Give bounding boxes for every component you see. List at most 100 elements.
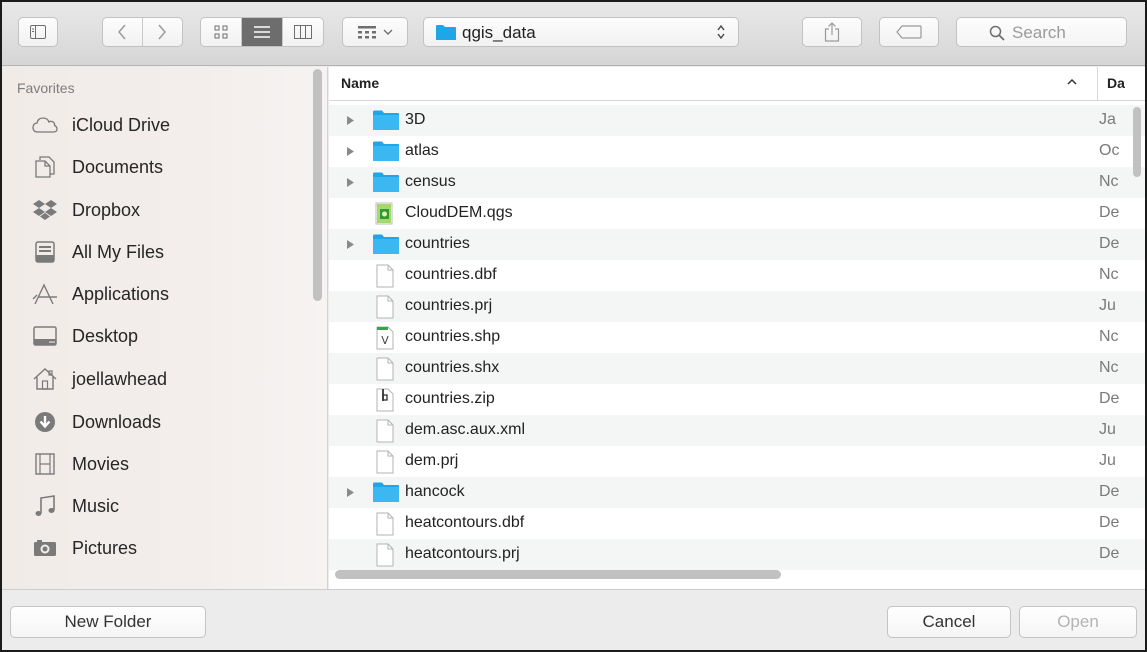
sidebar-item-desktop[interactable]: Desktop bbox=[2, 319, 302, 353]
table-row[interactable]: heatcontours.dbf De bbox=[329, 508, 1145, 539]
sidebar-item-music[interactable]: Music bbox=[2, 489, 302, 523]
file-name: heatcontours.dbf bbox=[405, 514, 525, 531]
file-name: countries bbox=[405, 235, 470, 252]
file-name: census bbox=[405, 173, 456, 190]
forward-button[interactable] bbox=[143, 18, 183, 46]
arrange-icon bbox=[358, 26, 376, 39]
sidebar-icon bbox=[30, 25, 46, 39]
table-row[interactable]: atlas Oc bbox=[329, 136, 1145, 167]
disclosure-triangle-icon[interactable] bbox=[346, 177, 355, 188]
back-button[interactable] bbox=[103, 18, 143, 46]
path-popup[interactable]: qgis_data bbox=[423, 17, 739, 47]
sidebar-toggle-button[interactable] bbox=[18, 17, 58, 47]
file-list: Name Da 3D Ja atlas Oc census Nc CloudDE… bbox=[329, 67, 1145, 589]
downloads-icon bbox=[30, 411, 60, 433]
sidebar-scrollbar[interactable] bbox=[313, 69, 322, 301]
table-row[interactable]: countries.zip De bbox=[329, 384, 1145, 415]
file-name: countries.shp bbox=[405, 328, 501, 345]
home-icon bbox=[30, 368, 60, 390]
file-date: Nc bbox=[1099, 266, 1119, 283]
sidebar-item-label: Dropbox bbox=[72, 199, 141, 220]
horizontal-scrollbar[interactable] bbox=[335, 570, 781, 579]
toolbar: qgis_data Search bbox=[2, 2, 1145, 66]
file-name: countries.zip bbox=[405, 390, 495, 407]
list-view-button[interactable] bbox=[242, 18, 283, 46]
arrange-button[interactable] bbox=[342, 17, 408, 47]
file-date: De bbox=[1099, 545, 1120, 562]
table-row[interactable]: countries.shx Nc bbox=[329, 353, 1145, 384]
vertical-scrollbar[interactable] bbox=[1133, 107, 1141, 177]
document-icon bbox=[376, 512, 394, 536]
table-row[interactable]: dem.prj Ju bbox=[329, 446, 1145, 477]
icon-view-button[interactable] bbox=[201, 18, 242, 46]
document-icon bbox=[376, 357, 394, 381]
table-row[interactable]: hancock De bbox=[329, 477, 1145, 508]
sidebar-item-pictures[interactable]: Pictures bbox=[2, 531, 302, 565]
file-name: countries.dbf bbox=[405, 266, 497, 283]
search-field[interactable]: Search bbox=[956, 17, 1127, 47]
column-header: Name Da bbox=[329, 67, 1145, 101]
open-button[interactable]: Open bbox=[1019, 606, 1137, 638]
cancel-button[interactable]: Cancel bbox=[887, 606, 1011, 638]
table-row[interactable]: V countries.shp Nc bbox=[329, 322, 1145, 353]
qgis-project-icon bbox=[375, 202, 393, 225]
file-name: atlas bbox=[405, 142, 439, 159]
sidebar-item-home[interactable]: joellawhead bbox=[2, 362, 302, 396]
sidebar-item-applications[interactable]: Applications bbox=[2, 277, 302, 311]
view-mode-control bbox=[200, 17, 324, 47]
sidebar: Favorites iCloud Drive Documents Dropbox… bbox=[2, 67, 328, 589]
disclosure-triangle-icon[interactable] bbox=[346, 239, 355, 250]
table-row[interactable]: countries.dbf Nc bbox=[329, 260, 1145, 291]
column-header-name[interactable]: Name bbox=[341, 75, 379, 91]
sidebar-item-label: Applications bbox=[72, 283, 170, 304]
chevron-right-icon bbox=[158, 24, 167, 40]
open-file-dialog: qgis_data Search Favorites iCloud Drive … bbox=[0, 0, 1147, 652]
sort-ascending-icon[interactable] bbox=[1067, 78, 1077, 85]
file-name: heatcontours.prj bbox=[405, 545, 520, 562]
table-row[interactable]: census Nc bbox=[329, 167, 1145, 198]
file-date: De bbox=[1099, 235, 1120, 252]
share-button[interactable] bbox=[802, 17, 862, 47]
folder-icon bbox=[373, 482, 399, 502]
sidebar-item-dropbox[interactable]: Dropbox bbox=[2, 193, 302, 227]
new-folder-button[interactable]: New Folder bbox=[10, 606, 206, 638]
file-name: hancock bbox=[405, 483, 465, 500]
document-icon bbox=[376, 543, 394, 567]
sidebar-item-icloud-drive[interactable]: iCloud Drive bbox=[2, 108, 302, 142]
file-name: 3D bbox=[405, 111, 426, 128]
disclosure-triangle-icon[interactable] bbox=[346, 115, 355, 126]
folder-icon bbox=[436, 25, 456, 40]
file-date: De bbox=[1099, 483, 1120, 500]
sidebar-item-downloads[interactable]: Downloads bbox=[2, 405, 302, 439]
table-row[interactable]: countries De bbox=[329, 229, 1145, 260]
table-row[interactable]: countries.prj Ju bbox=[329, 291, 1145, 322]
shapefile-icon: V bbox=[376, 326, 394, 350]
column-divider[interactable] bbox=[1097, 67, 1098, 101]
column-view-button[interactable] bbox=[283, 18, 323, 46]
file-date: De bbox=[1099, 390, 1120, 407]
all-files-icon bbox=[30, 241, 60, 263]
column-header-date[interactable]: Da bbox=[1107, 75, 1125, 91]
path-popup-label: qgis_data bbox=[462, 23, 536, 42]
sidebar-item-all-my-files[interactable]: All My Files bbox=[2, 235, 302, 269]
file-date: Nc bbox=[1099, 328, 1119, 345]
table-row[interactable]: dem.asc.aux.xml Ju bbox=[329, 415, 1145, 446]
table-row[interactable]: 3D Ja bbox=[329, 105, 1145, 136]
tags-button[interactable] bbox=[879, 17, 939, 47]
sidebar-item-documents[interactable]: Documents bbox=[2, 150, 302, 184]
table-row[interactable]: CloudDEM.qgs De bbox=[329, 198, 1145, 229]
grid-icon bbox=[214, 25, 228, 39]
table-row[interactable]: heatcontours.prj De bbox=[329, 539, 1145, 570]
disclosure-triangle-icon[interactable] bbox=[346, 146, 355, 157]
folder-icon bbox=[373, 141, 399, 161]
sidebar-item-movies[interactable]: Movies bbox=[2, 447, 302, 481]
document-icon bbox=[376, 419, 394, 443]
file-name: dem.asc.aux.xml bbox=[405, 421, 526, 438]
document-icon bbox=[376, 264, 394, 288]
file-name: dem.prj bbox=[405, 452, 459, 469]
folder-icon bbox=[373, 172, 399, 192]
folder-icon bbox=[373, 110, 399, 130]
file-date: Nc bbox=[1099, 173, 1119, 190]
disclosure-triangle-icon[interactable] bbox=[346, 487, 355, 498]
sidebar-item-label: joellawhead bbox=[72, 368, 168, 389]
